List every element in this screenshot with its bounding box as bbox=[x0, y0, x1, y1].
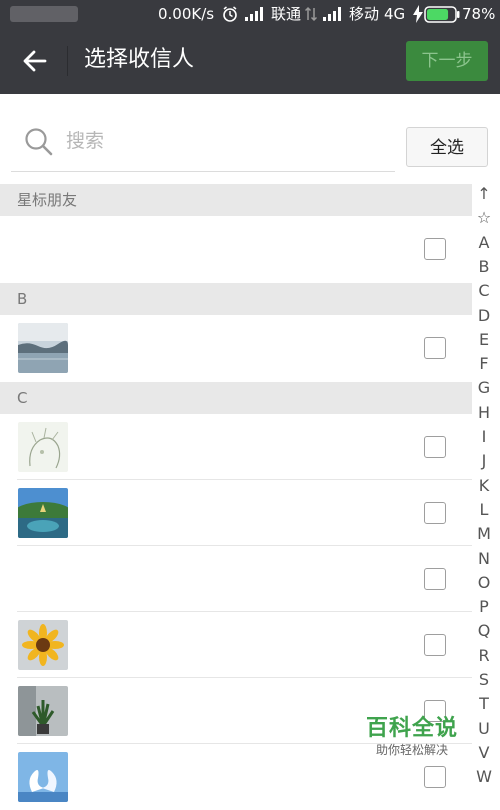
contact-checkbox[interactable] bbox=[424, 502, 446, 524]
avatar bbox=[18, 422, 68, 472]
avatar bbox=[18, 620, 68, 670]
watermark-subtitle: 助你轻松解决 bbox=[375, 743, 448, 757]
contact-row[interactable] bbox=[0, 216, 472, 282]
search-row: 全选 bbox=[0, 94, 500, 184]
index-letter[interactable]: V bbox=[472, 743, 496, 763]
battery-icon bbox=[424, 6, 460, 23]
index-letter[interactable]: R bbox=[472, 646, 496, 666]
index-letter[interactable]: S bbox=[472, 670, 496, 690]
index-letter[interactable]: A bbox=[472, 233, 496, 253]
search-input[interactable] bbox=[66, 124, 386, 158]
signal-icon-2 bbox=[323, 7, 341, 21]
status-bar: 0.00K/s 联通 移动 4G 78% bbox=[0, 0, 500, 28]
index-letter[interactable]: Q bbox=[472, 621, 496, 641]
contact-row[interactable] bbox=[0, 480, 472, 546]
section-header-starred: 星标朋友 bbox=[0, 184, 472, 216]
avatar bbox=[18, 488, 68, 538]
search-underline bbox=[11, 171, 395, 172]
back-arrow-icon[interactable] bbox=[18, 44, 52, 78]
page-title: 选择收信人 bbox=[84, 47, 195, 72]
index-letter[interactable]: G bbox=[472, 378, 496, 398]
network-speed: 0.00K/s bbox=[158, 5, 215, 23]
index-letter[interactable]: B bbox=[472, 257, 496, 277]
contact-checkbox[interactable] bbox=[424, 634, 446, 656]
index-letter[interactable]: E bbox=[472, 330, 496, 350]
contact-row[interactable] bbox=[0, 414, 472, 480]
contact-checkbox[interactable] bbox=[424, 238, 446, 260]
signal-icon bbox=[245, 7, 263, 21]
alphabet-index-bar[interactable]: ↑ ☆ A B C D E F G H I J K L M N O P Q R S T U V W bbox=[472, 184, 500, 790]
contact-checkbox[interactable] bbox=[424, 337, 446, 359]
index-letter[interactable]: H bbox=[472, 403, 496, 423]
avatar bbox=[18, 323, 68, 373]
next-step-button[interactable]: 下一步 bbox=[406, 41, 488, 81]
section-header-c: C bbox=[0, 382, 472, 414]
index-letter[interactable]: L bbox=[472, 500, 496, 520]
contact-checkbox[interactable] bbox=[424, 766, 446, 788]
index-letter[interactable]: U bbox=[472, 719, 496, 739]
avatar bbox=[18, 686, 68, 736]
select-all-button[interactable]: 全选 bbox=[406, 127, 488, 167]
watermark-logo: 百科全说 助你轻松解决 bbox=[360, 716, 464, 762]
charging-icon bbox=[413, 5, 423, 23]
index-letter[interactable]: K bbox=[472, 476, 496, 496]
toolbar-divider bbox=[67, 46, 68, 76]
alarm-icon bbox=[223, 6, 237, 22]
avatar bbox=[18, 752, 68, 802]
watermark-title: 百科全说 bbox=[365, 716, 458, 741]
index-letter[interactable]: T bbox=[472, 694, 496, 714]
section-header-b: B bbox=[0, 283, 472, 315]
contact-row[interactable] bbox=[0, 612, 472, 678]
index-letter[interactable]: J bbox=[472, 451, 496, 471]
index-letter[interactable]: N bbox=[472, 549, 496, 569]
index-letter[interactable]: W bbox=[472, 767, 496, 787]
carrier-mobile: 移动 bbox=[349, 5, 380, 23]
index-letter[interactable]: P bbox=[472, 597, 496, 617]
blurred-notification-icons bbox=[10, 6, 78, 22]
data-transfer-icon bbox=[305, 6, 317, 22]
contact-row[interactable] bbox=[0, 315, 472, 381]
index-letter[interactable]: I bbox=[472, 427, 496, 447]
index-letter[interactable]: ☆ bbox=[472, 208, 496, 228]
index-letter[interactable]: F bbox=[472, 354, 496, 374]
index-letter[interactable]: M bbox=[472, 524, 496, 544]
contact-checkbox[interactable] bbox=[424, 436, 446, 458]
index-letter[interactable]: ↑ bbox=[472, 184, 496, 204]
index-letter[interactable]: O bbox=[472, 573, 496, 593]
index-letter[interactable]: C bbox=[472, 281, 496, 301]
contact-checkbox[interactable] bbox=[424, 568, 446, 590]
carrier-unicom: 联通 bbox=[271, 5, 302, 23]
toolbar: 选择收信人 下一步 bbox=[0, 28, 500, 94]
network-type: 4G bbox=[384, 5, 406, 23]
contact-row[interactable] bbox=[0, 546, 472, 612]
search-icon bbox=[25, 128, 53, 156]
battery-percent: 78% bbox=[462, 5, 496, 23]
index-letter[interactable]: D bbox=[472, 306, 496, 326]
